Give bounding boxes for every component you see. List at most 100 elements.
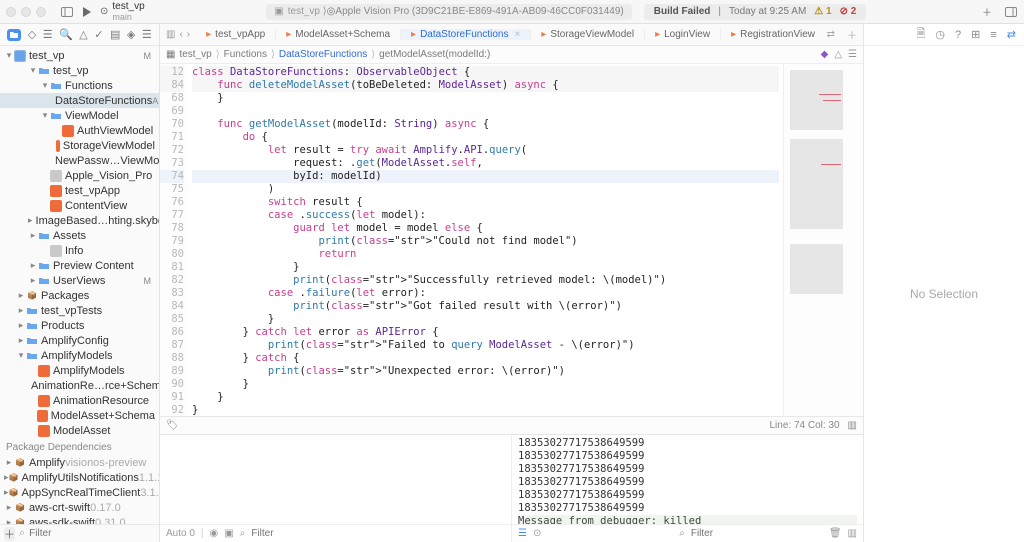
inspector-tabs[interactable]: 🗎 ◷ ? ⊞ ≡ ⇄ — [864, 24, 1024, 46]
console-output[interactable]: 1835302771753864959918353027717538649599… — [512, 435, 863, 524]
destination-selector[interactable]: ▣ test_vp ⟩ ◎ Apple Vision Pro (3D9C21BE… — [266, 4, 631, 20]
breadcrumb-icon[interactable]: 🏷 — [166, 420, 179, 431]
split-icon[interactable]: ▥ — [848, 528, 857, 539]
add-tab-icon[interactable]: ＋ — [841, 27, 863, 42]
tree-item[interactable]: test_vpApp — [0, 183, 159, 198]
jump-bar[interactable]: ▦ test_vp⟩ Functions⟩ DataStoreFunctions… — [160, 46, 863, 64]
trash-icon[interactable]: 🗑 — [829, 528, 842, 539]
tree-item[interactable]: ▾AmplifyModels — [0, 348, 159, 363]
debug-icon[interactable]: ▤ — [110, 28, 120, 41]
zoom-icon[interactable] — [36, 7, 46, 17]
source-control-icon[interactable]: ◇ — [28, 28, 36, 41]
editor-tab[interactable]: ▸DataStoreFunctions× — [401, 29, 531, 40]
editor-tab[interactable]: ▸LoginView — [645, 29, 721, 40]
connections-inspector-icon[interactable]: ⇄ — [1007, 28, 1016, 41]
tree-item[interactable]: AuthViewModel — [0, 123, 159, 138]
jumpbar-seg[interactable]: getModelAsset(modelId:) — [379, 49, 490, 60]
breakpoints-icon[interactable]: ◈ — [127, 28, 135, 41]
tree-item[interactable]: ModelAsset — [0, 423, 159, 438]
back-icon[interactable]: ‹ — [179, 29, 182, 40]
tree-item-label: NewPassw…ViewModel — [55, 155, 159, 167]
jumpbar-seg[interactable]: DataStoreFunctions — [279, 49, 367, 60]
tree-item[interactable]: AnimationRe…rce+Schema — [0, 378, 159, 393]
plus-icon[interactable]: ＋ — [980, 5, 994, 19]
add-button[interactable]: ＋ — [4, 527, 15, 541]
related-icon[interactable]: ☰ — [848, 49, 857, 60]
assistant-icon[interactable]: △ — [834, 49, 842, 60]
minimap-toggle-icon[interactable]: ▥ — [848, 420, 857, 431]
tree-item[interactable]: ▸📦aws-crt-swift 0.17.0 — [0, 500, 159, 515]
library-icon[interactable] — [1004, 5, 1018, 19]
code[interactable]: class DataStoreFunctions: ObservableObje… — [188, 64, 783, 416]
identity-inspector-icon[interactable]: ≡ — [990, 29, 996, 41]
close-icon[interactable] — [6, 7, 16, 17]
minimap[interactable] — [783, 64, 863, 416]
tree-item[interactable]: ▾Functions — [0, 78, 159, 93]
run-icon[interactable] — [80, 5, 94, 19]
minimize-icon[interactable] — [21, 7, 31, 17]
tree-item-label: test_vp — [29, 50, 64, 62]
build-status[interactable]: Build Failed | Today at 9:25 AM ⚠ 1 ⊘ 2 — [644, 4, 867, 20]
variables-filter-input[interactable] — [251, 528, 505, 539]
po-icon[interactable]: ▣ — [224, 528, 233, 539]
tree-item[interactable]: StorageViewModel — [0, 138, 159, 153]
close-tab-icon[interactable]: × — [514, 29, 520, 40]
navigator: ◇ ☰ 🔍 △ ✓ ▤ ◈ ☰ ▾test_vpM▾test_vp▾Functi… — [0, 24, 160, 542]
tree-item[interactable]: ▾test_vpM — [0, 48, 159, 63]
tree-item[interactable]: ContentView — [0, 198, 159, 213]
tree-item[interactable]: ▸📦AmplifyUtilsNotifications 1.1.1 — [0, 470, 159, 485]
tree-item[interactable]: ▾test_vp — [0, 63, 159, 78]
tests-icon[interactable]: ✓ — [94, 28, 103, 41]
project-navigator-icon[interactable] — [7, 29, 21, 41]
tree-item[interactable]: ▸AmplifyConfig — [0, 333, 159, 348]
source-editor[interactable]: 1284686970717273747576777879808182838485… — [160, 64, 863, 416]
scope-selector[interactable]: Auto 0 — [166, 528, 195, 539]
eye-icon[interactable]: ◉ — [210, 528, 219, 539]
tabs-overflow-icon[interactable]: ⇄ — [821, 29, 841, 40]
tree-item[interactable]: DataStoreFunctionsA — [0, 93, 159, 108]
target-selector-icon[interactable]: ⊙ — [533, 528, 541, 539]
tree-item[interactable]: ▸📦AppSyncRealTimeClient 3.1.2 — [0, 485, 159, 500]
tree-item[interactable]: NewPassw…ViewModel — [0, 153, 159, 168]
tree-item[interactable]: AmplifyModels — [0, 363, 159, 378]
jumpbar-seg[interactable]: Functions — [224, 49, 267, 60]
tree-item[interactable]: ▸📦Amplify visionos-preview — [0, 455, 159, 470]
editor-tab[interactable]: ▸RegistrationView — [721, 29, 821, 40]
tree-item[interactable]: ▸📦aws-sdk-swift 0.31.0 — [0, 515, 159, 524]
tree-item[interactable]: ▸test_vpTests — [0, 303, 159, 318]
help-inspector-icon[interactable]: ? — [955, 29, 961, 41]
tree-item[interactable]: ▸Preview Content — [0, 258, 159, 273]
tree-item[interactable]: AnimationResource — [0, 393, 159, 408]
editor-tab[interactable]: ▸StorageViewModel — [531, 29, 645, 40]
navigator-tabs[interactable]: ◇ ☰ 🔍 △ ✓ ▤ ◈ ☰ — [0, 24, 159, 46]
reports-icon[interactable]: ☰ — [142, 28, 152, 41]
bookmarks-icon[interactable]: ☰ — [43, 28, 53, 41]
tree-item[interactable]: ▸Products — [0, 318, 159, 333]
jumpbar-seg[interactable]: test_vp — [179, 49, 211, 60]
tree-item[interactable]: ▸UserViewsM — [0, 273, 159, 288]
tree-item[interactable]: ▸ ImageBased…hting.skybox — [0, 213, 159, 228]
console-filter-input[interactable] — [691, 528, 823, 539]
find-icon[interactable]: 🔍 — [59, 28, 73, 41]
tree-item[interactable]: ▸Assets — [0, 228, 159, 243]
tree-item[interactable]: ▾ViewModel — [0, 108, 159, 123]
issues-icon[interactable]: △ — [79, 28, 87, 41]
history-inspector-icon[interactable]: ◷ — [935, 28, 945, 41]
navigator-filter-input[interactable] — [29, 528, 161, 539]
output-selector-icon[interactable]: ☰ — [518, 528, 527, 539]
forward-icon[interactable]: › — [187, 29, 190, 40]
window-traffic-lights[interactable] — [6, 7, 46, 17]
tree-item[interactable]: ▸📦Packages — [0, 288, 159, 303]
file-inspector-icon[interactable]: 🗎 — [917, 25, 926, 44]
tree-item[interactable]: Info — [0, 243, 159, 258]
attributes-inspector-icon[interactable]: ⊞ — [971, 28, 980, 41]
editor-tab[interactable]: ▸test_vpApp — [196, 29, 276, 40]
authors-icon[interactable]: ◆ — [821, 49, 829, 60]
toggle-sidebar-icon[interactable] — [60, 5, 74, 19]
editor-tab[interactable]: ▸ModelAsset+Schema — [276, 29, 401, 40]
scheme-selector[interactable]: ⊙ test_vp main — [100, 1, 145, 22]
tree-item[interactable]: Apple_Vision_Pro — [0, 168, 159, 183]
project-tree[interactable]: ▾test_vpM▾test_vp▾Functions DataStoreFun… — [0, 46, 159, 524]
tree-item[interactable]: ModelAsset+Schema — [0, 408, 159, 423]
sidebar-toggle-icon[interactable]: ▥ — [166, 29, 175, 40]
